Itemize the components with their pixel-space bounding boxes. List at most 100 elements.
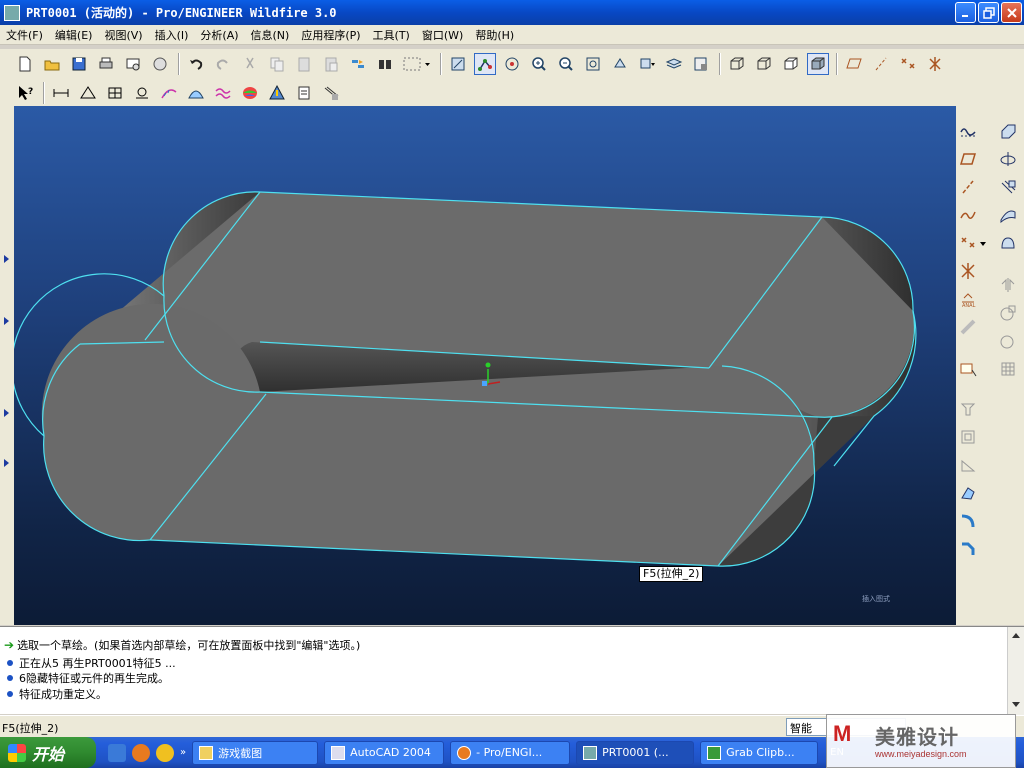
no-hidden-button[interactable]	[780, 53, 802, 75]
style-button[interactable]	[997, 232, 1019, 254]
chamfer-button[interactable]	[957, 538, 979, 560]
prompt-arrow-icon: ➔	[4, 638, 15, 652]
boundary-blend-button[interactable]	[997, 204, 1019, 226]
placement-button[interactable]	[957, 358, 979, 380]
draft-button[interactable]	[957, 482, 979, 504]
datum-curve-button[interactable]	[957, 204, 979, 226]
menu-applications[interactable]: 应用程序(P)	[295, 27, 366, 43]
rib-button[interactable]	[957, 454, 979, 476]
start-button[interactable]: 开始	[0, 737, 96, 768]
select-box-dropdown[interactable]	[401, 53, 433, 75]
menu-tools[interactable]: 工具(T)	[367, 27, 416, 43]
task-autocad[interactable]: AutoCAD 2004	[324, 740, 445, 765]
send-button[interactable]	[149, 53, 171, 75]
new-button[interactable]	[14, 53, 36, 75]
maximize-button[interactable]	[978, 2, 999, 23]
datum-plane-display-button[interactable]	[843, 53, 865, 75]
paste-button[interactable]	[293, 53, 315, 75]
mirror-button[interactable]	[997, 274, 1019, 296]
sketched-datum-curve-button[interactable]	[957, 120, 979, 142]
point-display-button[interactable]	[897, 53, 919, 75]
hole-button[interactable]	[957, 398, 979, 420]
csys-display-button[interactable]	[924, 53, 946, 75]
spin-center-button[interactable]	[501, 53, 523, 75]
firefox-icon[interactable]	[132, 743, 150, 762]
close-button[interactable]	[1001, 2, 1022, 23]
datum-point-dropdown[interactable]	[978, 232, 988, 254]
hidden-line-button[interactable]	[753, 53, 775, 75]
zoom-in-icon	[532, 57, 546, 71]
menu-file[interactable]: 文件(F)	[0, 27, 49, 43]
repaint-button[interactable]	[447, 53, 469, 75]
merge-button[interactable]	[997, 302, 1019, 324]
regenerate-button[interactable]	[347, 53, 369, 75]
undo-button[interactable]	[185, 53, 207, 75]
refit-button[interactable]	[582, 53, 604, 75]
shaded-curvature-button[interactable]	[239, 82, 261, 104]
datum-axis-display-button[interactable]	[870, 53, 892, 75]
paste-special-button[interactable]	[320, 53, 342, 75]
zoom-out-button[interactable]	[555, 53, 577, 75]
area-button[interactable]	[77, 82, 99, 104]
reorient-button[interactable]	[609, 53, 631, 75]
trim-button[interactable]	[997, 330, 1019, 352]
zoom-in-button[interactable]	[528, 53, 550, 75]
minimize-button[interactable]	[955, 2, 976, 23]
measure-button[interactable]	[50, 82, 72, 104]
task-game-screenshots[interactable]: 游戏截图	[192, 740, 319, 765]
model-analysis-button[interactable]	[266, 82, 288, 104]
orient-button[interactable]	[474, 53, 496, 75]
layers-button[interactable]	[663, 53, 685, 75]
menu-window[interactable]: 窗口(W)	[416, 27, 469, 43]
pipe-button[interactable]	[957, 316, 979, 338]
task-grab-clipboard[interactable]: Grab Clipb...	[700, 740, 819, 765]
view-manager-button[interactable]	[690, 53, 712, 75]
context-help-button[interactable]: ?	[14, 82, 36, 104]
rib-icon	[961, 459, 976, 472]
extrude-button[interactable]	[997, 120, 1019, 142]
find-button[interactable]	[374, 53, 396, 75]
save-button[interactable]	[68, 53, 90, 75]
graphics-viewport[interactable]: 插入图式	[14, 106, 956, 625]
deviation-button[interactable]	[212, 82, 234, 104]
redo-button[interactable]	[212, 53, 234, 75]
pattern-button[interactable]	[997, 358, 1019, 380]
saved-views-button[interactable]	[636, 53, 658, 75]
menu-insert[interactable]: 插入(I)	[149, 27, 195, 43]
datum-csys-button[interactable]	[957, 260, 979, 282]
task-proe-firefox[interactable]: - Pro/ENGI...	[450, 740, 571, 765]
curvature-button[interactable]	[158, 82, 180, 104]
variable-sweep-button[interactable]	[997, 176, 1019, 198]
open-button[interactable]	[41, 53, 63, 75]
datum-plane-button[interactable]	[957, 148, 979, 170]
mass-props-button[interactable]	[104, 82, 126, 104]
app-icon[interactable]	[4, 4, 20, 21]
menu-analysis[interactable]: 分析(A)	[194, 27, 244, 43]
datum-axis-button[interactable]	[957, 176, 979, 198]
copy-button[interactable]	[266, 53, 288, 75]
scroll-up-icon	[1012, 633, 1020, 638]
cut-button[interactable]	[239, 53, 261, 75]
task-prt0001[interactable]: PRT0001 (...	[576, 740, 695, 765]
section-button[interactable]	[131, 82, 153, 104]
datum-point-button[interactable]	[957, 232, 979, 254]
menu-help[interactable]: 帮助(H)	[469, 27, 520, 43]
shading-button[interactable]	[807, 53, 829, 75]
menu-info[interactable]: 信息(N)	[245, 27, 296, 43]
wireframe-button[interactable]	[726, 53, 748, 75]
qq-icon[interactable]	[156, 743, 174, 762]
shell-button[interactable]	[957, 426, 979, 448]
analysis-feature-button[interactable]: ANAL	[957, 288, 979, 310]
revolve-button[interactable]	[997, 148, 1019, 170]
message-scrollbar[interactable]	[1007, 627, 1024, 715]
print-button[interactable]	[95, 53, 117, 75]
ie-icon[interactable]	[108, 743, 126, 762]
draft-analysis-button[interactable]	[185, 82, 207, 104]
send-email-button[interactable]	[122, 53, 144, 75]
round-button[interactable]	[957, 510, 979, 532]
chevron-right-icon[interactable]: »	[180, 747, 186, 758]
menu-view[interactable]: 视图(V)	[98, 27, 148, 43]
quick-report-button[interactable]	[293, 82, 315, 104]
menu-edit[interactable]: 编辑(E)	[49, 27, 99, 43]
reference-viewer-button[interactable]	[320, 82, 342, 104]
